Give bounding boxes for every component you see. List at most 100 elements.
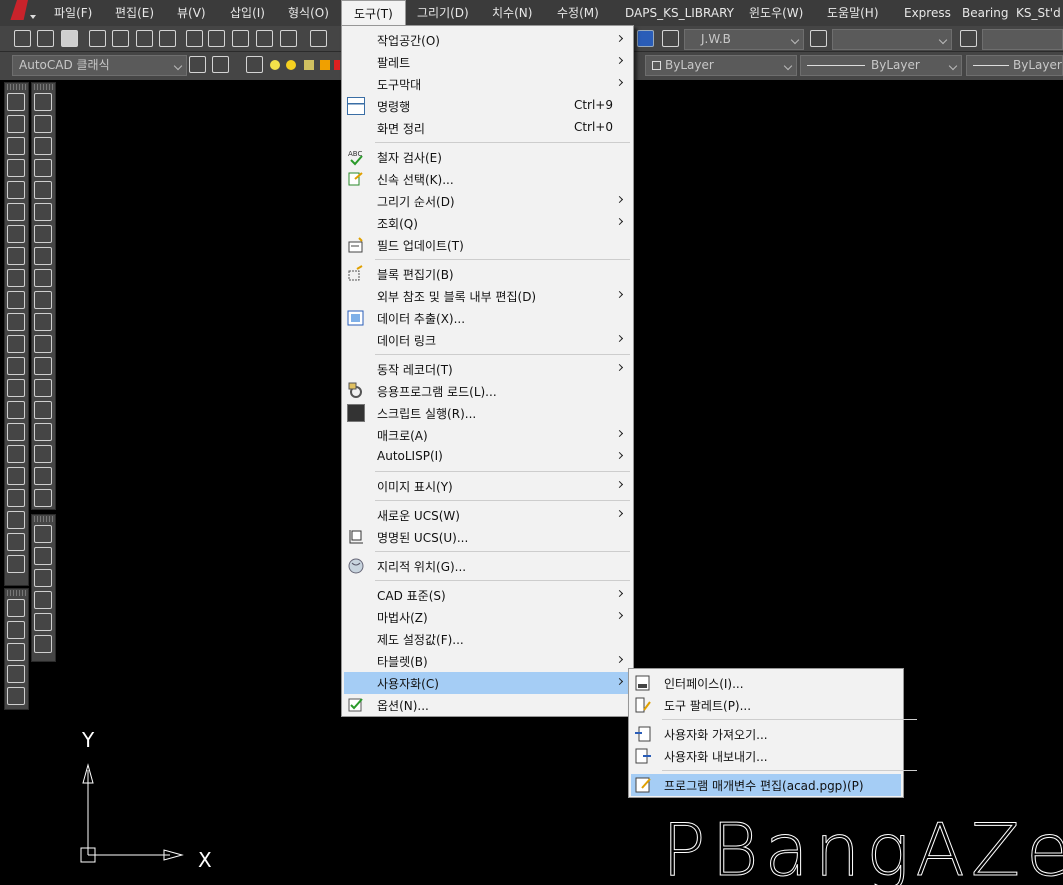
text-style-icon[interactable] [662,30,679,47]
draw-tool-icon[interactable] [34,93,52,111]
dimension-tool-icon[interactable] [7,489,25,507]
dimension-tool-icon[interactable] [7,313,25,331]
color-select[interactable]: ByLayer [645,55,797,76]
draw-tool-icon[interactable] [34,335,52,353]
lightbulb-icon[interactable] [270,60,280,70]
open-file-icon[interactable] [37,30,54,47]
menu-ks-std[interactable]: KS_St'd [1016,0,1061,26]
sun-icon[interactable] [286,60,296,70]
modify-tool-icon[interactable] [34,591,52,609]
draw-tool-icon[interactable] [34,445,52,463]
dimension-tool-icon[interactable] [7,225,25,243]
modify-tool-icon[interactable] [34,613,52,631]
dim-style-icon[interactable] [810,30,827,47]
insert-tool-icon[interactable] [7,643,25,661]
menu-item-display-image[interactable]: 이미지 표시(Y) [344,475,631,497]
menu-item-wizards[interactable]: 마법사(Z) [344,606,631,628]
menu-modify[interactable]: 수정(M) [557,0,599,26]
menu-item-quick-select[interactable]: 신속 선택(K)... [344,168,631,190]
text-style-select[interactable]: J.W.B [684,29,804,50]
menu-dimension[interactable]: 치수(N) [492,0,532,26]
draw-tool-icon[interactable] [34,225,52,243]
dimension-tool-icon[interactable] [7,555,25,573]
match-properties-icon[interactable] [256,30,273,47]
draw-tool-icon[interactable] [34,357,52,375]
menu-window[interactable]: 윈도우(W) [749,0,803,26]
3d-dwf-icon[interactable] [159,30,176,47]
copy-icon[interactable] [208,30,225,47]
menu-item-update-fields[interactable]: 필드 업데이트(T) [344,234,631,256]
menu-item-xref-block-edit[interactable]: 외부 참조 및 블록 내부 편집(D) [344,285,631,307]
menu-draw[interactable]: 그리기(D) [417,0,469,26]
paste-icon[interactable] [232,30,249,47]
workspace-settings-icon[interactable] [189,56,206,73]
linetype-select[interactable]: ByLayer [800,55,962,76]
menu-express[interactable]: Express [904,0,951,26]
menu-file[interactable]: 파일(F) [54,0,92,26]
menu-item-inquiry[interactable]: 조회(Q) [344,212,631,234]
modify-tool-icon[interactable] [34,635,52,653]
workspace-select[interactable]: AutoCAD 클래식 [12,55,187,76]
dimension-tool-icon[interactable] [7,401,25,419]
dim-style-select[interactable] [832,29,952,50]
dimension-tool-icon[interactable] [7,269,25,287]
dimension-tool-icon[interactable] [7,181,25,199]
draw-tool-icon[interactable] [34,313,52,331]
layer-properties-icon[interactable] [246,56,263,73]
menu-item-load-application[interactable]: 응용프로그램 로드(L)... [344,380,631,402]
menu-format[interactable]: 형식(O) [288,0,329,26]
dimension-tool-icon[interactable] [7,93,25,111]
menu-item-block-editor[interactable]: 블록 편집기(B) [344,263,631,285]
draw-tool-icon[interactable] [34,181,52,199]
menu-view[interactable]: 뷰(V) [177,0,206,26]
menu-insert[interactable]: 삽입(I) [230,0,265,26]
layer-manager-icon[interactable] [212,56,229,73]
draw-tool-icon[interactable] [34,203,52,221]
help-icon[interactable] [637,30,654,47]
application-logo-icon[interactable] [4,0,36,26]
dimension-tool-icon[interactable] [7,445,25,463]
menu-help[interactable]: 도움말(H) [827,0,879,26]
modify-tool-icon[interactable] [34,569,52,587]
draw-tool-icon[interactable] [34,379,52,397]
dimension-tool-icon[interactable] [7,423,25,441]
draw-tool-icon[interactable] [34,291,52,309]
menu-item-data-links[interactable]: 데이터 링크 [344,329,631,351]
menu-item-tablet[interactable]: 타블렛(B) [344,650,631,672]
layer-color-icon[interactable] [320,60,330,70]
menu-item-named-ucs[interactable]: 명명된 UCS(U)... [344,526,631,548]
undo-icon[interactable] [310,30,327,47]
draw-tool-icon[interactable] [34,467,52,485]
menu-item-run-script[interactable]: 스크립트 실행(R)... [344,402,631,424]
menu-item-spelling[interactable]: ABC 철자 검사(E) [344,146,631,168]
dimension-tool-icon[interactable] [7,159,25,177]
modify-tool-icon[interactable] [34,547,52,565]
new-file-icon[interactable] [14,30,31,47]
menu-item-edit-program-parameters[interactable]: 프로그램 매개변수 편집(acad.pgp)(P) [631,774,901,796]
insert-tool-icon[interactable] [7,687,25,705]
menu-item-drafting-settings[interactable]: 제도 설정값(F)... [344,628,631,650]
menu-item-autolisp[interactable]: AutoLISP(I) [344,446,631,468]
menu-item-toolbars[interactable]: 도구막대 [344,73,631,95]
table-style-icon[interactable] [960,30,977,47]
menu-item-interface[interactable]: 인터페이스(I)... [631,672,901,694]
layer-red-icon[interactable] [334,60,340,70]
lock-icon[interactable] [304,60,314,70]
draw-tool-icon[interactable] [34,423,52,441]
menu-item-new-ucs[interactable]: 새로운 UCS(W) [344,504,631,526]
dimension-tool-icon[interactable] [7,247,25,265]
menu-item-palettes[interactable]: 팔레트 [344,51,631,73]
menu-item-workspaces[interactable]: 작업공간(O) [344,29,631,51]
block-editor-toolbar-icon[interactable] [280,30,297,47]
menu-edit[interactable]: 편집(E) [115,0,154,26]
draw-tool-icon[interactable] [34,247,52,265]
menu-item-export-customizations[interactable]: 사용자화 내보내기... [631,745,901,767]
dimension-tool-icon[interactable] [7,379,25,397]
menu-item-import-customizations[interactable]: 사용자화 가져오기... [631,723,901,745]
insert-tool-icon[interactable] [7,621,25,639]
cut-icon[interactable] [186,30,203,47]
menu-bearing[interactable]: Bearing [962,0,1008,26]
menu-item-draw-order[interactable]: 그리기 순서(D) [344,190,631,212]
menu-item-geographic-location[interactable]: 지리적 위치(G)... [344,555,631,577]
menu-item-customize[interactable]: 사용자화(C) [344,672,631,694]
